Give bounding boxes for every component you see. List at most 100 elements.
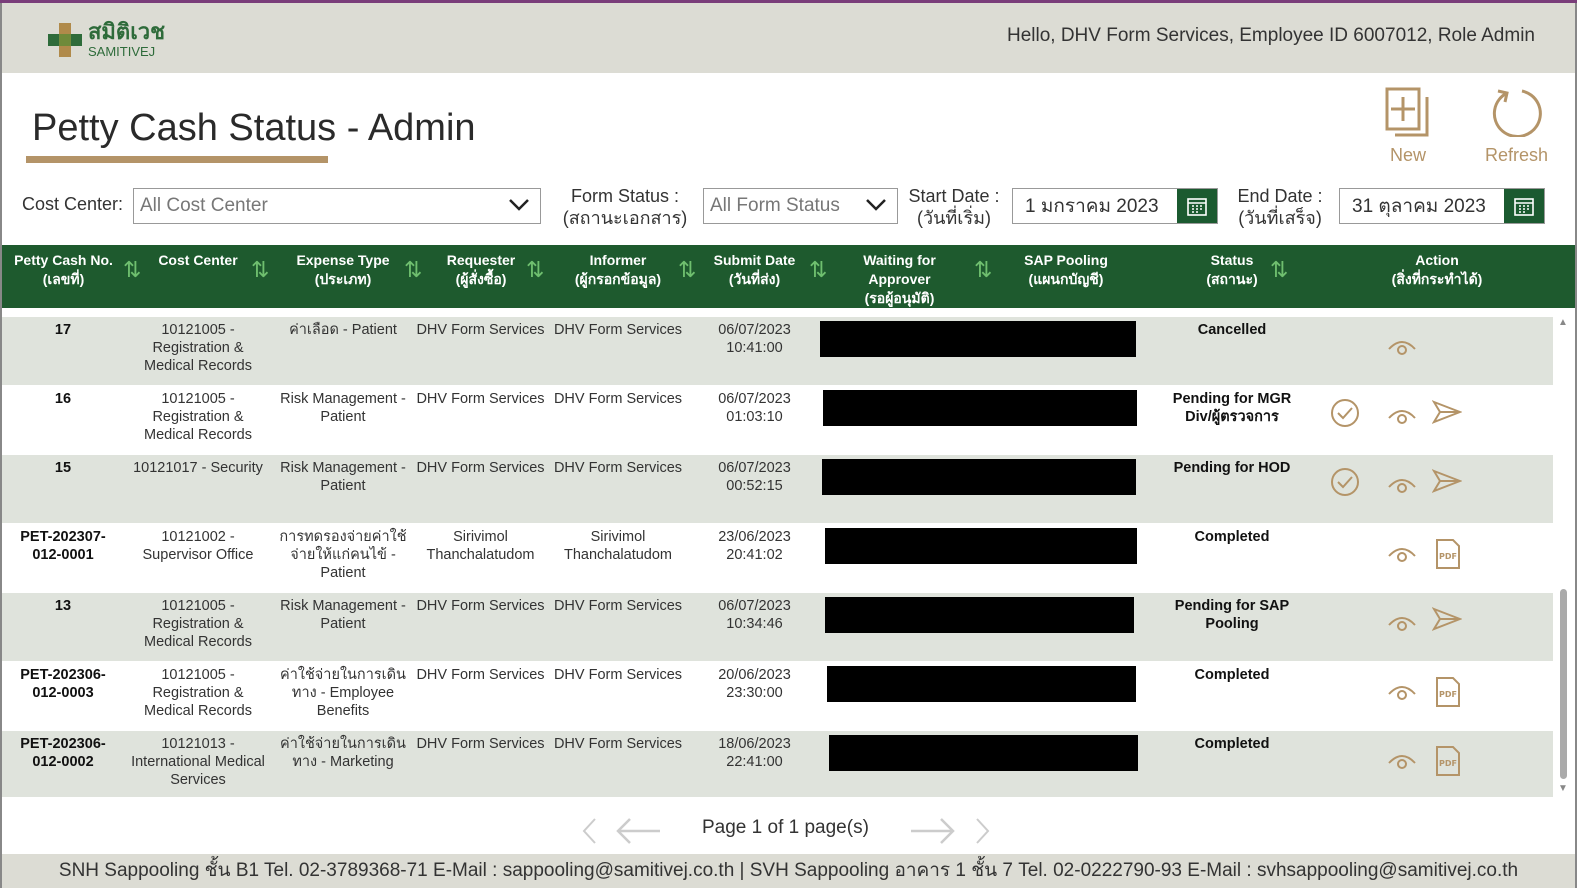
prev-page-icon[interactable] (614, 817, 662, 845)
chevron-down-icon (509, 199, 529, 211)
table-row[interactable]: 13 10121005 - Registration & Medical Record… (2, 593, 1553, 661)
cell-cost-center: 10121002 - Supervisor Office (142, 529, 254, 563)
cell-petty-cash-no: PET-202307- 012-0001 (20, 529, 106, 563)
sort-icon[interactable]: ⇅ (526, 257, 544, 283)
refresh-button[interactable]: Refresh (1485, 87, 1548, 166)
col-header-status[interactable]: Status (สถานะ) (1182, 251, 1282, 289)
col-header-informer[interactable]: Informer (ผู้กรอกข้อมูล) (550, 251, 686, 289)
logo-text-en: SAMITIVEJ (88, 44, 156, 59)
cell-requester: DHV Form Services (416, 667, 545, 683)
cell-status: Pending for HOD (1173, 460, 1291, 476)
cell-informer: DHV Form Services (553, 736, 683, 752)
page-indicator: Page 1 of 1 page(s) (702, 817, 869, 838)
cell-petty-cash-no: 16 (54, 391, 72, 407)
col-header-waiting-for-approver[interactable]: Waiting for Approver (รอผู้อนุมัติ) (842, 251, 957, 308)
table-row[interactable]: PET-202307- 012-0001 10121002 - Supervisor … (2, 524, 1553, 592)
cell-expense-type: Risk Management - Patient (280, 598, 406, 632)
cell-requester: DHV Form Services (416, 322, 545, 338)
sort-icon[interactable]: ⇅ (809, 257, 827, 283)
col-header-expense-type[interactable]: Expense Type (ประเภท) (278, 251, 408, 289)
col-header-cost-center[interactable]: Cost Center (138, 251, 258, 270)
refresh-label: Refresh (1485, 145, 1549, 165)
table-body: 17 10121005 - Registration & Medical Record… (2, 317, 1553, 797)
calendar-icon[interactable] (1177, 189, 1217, 223)
view-icon[interactable] (1387, 613, 1417, 637)
cost-center-select[interactable]: All Cost Center (133, 188, 541, 224)
cell-expense-type: Risk Management - Patient (280, 460, 406, 494)
form-status-label: Form Status : (สถานะเอกสาร) (560, 185, 690, 229)
cell-petty-cash-no: PET-202306- 012-0003 (20, 667, 106, 701)
view-icon[interactable] (1387, 544, 1417, 568)
pdf-icon[interactable]: PDF (1434, 538, 1462, 574)
cell-petty-cash-no: PET-202306- 012-0002 (20, 736, 106, 770)
form-status-label-th: (สถานะเอกสาร) (562, 208, 688, 228)
cell-petty-cash-no: 13 (54, 598, 72, 614)
send-icon[interactable] (1431, 607, 1463, 635)
calendar-icon[interactable] (1504, 189, 1544, 223)
cell-expense-type: ค่าเลือด - Patient (289, 322, 397, 338)
user-greeting: Hello, DHV Form Services, Employee ID 60… (1006, 25, 1535, 46)
scroll-down-icon[interactable]: ▼ (1558, 783, 1568, 794)
approve-icon[interactable] (1330, 398, 1360, 432)
send-icon[interactable] (1431, 469, 1463, 497)
table-row[interactable]: 17 10121005 - Registration & Medical Record… (2, 317, 1553, 385)
table-row[interactable]: 16 10121005 - Registration & Medical Record… (2, 386, 1553, 454)
scroll-thumb[interactable] (1560, 589, 1567, 779)
view-icon[interactable] (1387, 475, 1417, 499)
table-row[interactable]: 15 10121017 - Security Risk Management - Pa… (2, 455, 1553, 523)
col-header-requester[interactable]: Requester (ผู้สั่งซื้อ) (422, 251, 540, 289)
page-title: Petty Cash Status - Admin (32, 107, 476, 149)
view-icon[interactable] (1387, 751, 1417, 775)
sort-icon[interactable]: ⇅ (251, 257, 269, 283)
end-date-label: End Date : (วันที่เสร็จ) (1230, 185, 1330, 229)
logo-text-th: สมิติเวช (88, 19, 166, 44)
scroll-up-icon[interactable]: ▲ (1558, 317, 1568, 328)
main-content: Petty Cash Status - Admin New Refresh Co… (0, 73, 1577, 888)
cell-petty-cash-no: 17 (54, 322, 72, 338)
next-page-icon[interactable] (909, 817, 957, 845)
cell-status: Pending for SAP Pooling (1174, 598, 1290, 632)
pdf-icon[interactable]: PDF (1434, 745, 1462, 781)
sort-icon[interactable]: ⇅ (974, 257, 992, 283)
view-icon[interactable] (1387, 337, 1417, 361)
sort-icon[interactable]: ⇅ (678, 257, 696, 283)
redacted-approver-area (827, 666, 1136, 702)
cell-informer: DHV Form Services (553, 598, 683, 614)
new-label: New (1389, 145, 1426, 165)
redacted-approver-area (829, 735, 1138, 771)
form-status-label-en: Form Status : (570, 186, 680, 206)
table-row[interactable]: PET-202306- 012-0003 10121005 - Registratio… (2, 662, 1553, 730)
new-button[interactable]: New (1385, 87, 1431, 166)
first-page-icon[interactable] (580, 817, 598, 845)
cell-cost-center: 10121005 - Registration & Medical Records (144, 391, 252, 443)
vertical-scrollbar[interactable]: ▲ ▼ (1557, 317, 1571, 797)
refresh-icon (1492, 89, 1542, 137)
cell-submit-date: 06/07/2023 10:41:00 (718, 322, 791, 356)
cell-expense-type: การทดรองจ่ายค่าใช้ จ่ายให้แก่คนไข้ - Patie… (279, 529, 407, 581)
col-header-submit-date[interactable]: Submit Date (วันที่ส่ง) (702, 251, 807, 289)
samitivej-logo[interactable]: สมิติเวช SAMITIVEJ (48, 21, 165, 58)
cell-expense-type: Risk Management - Patient (280, 391, 406, 425)
start-date-input[interactable]: 1 มกราคม 2023 (1012, 188, 1218, 224)
svg-text:PDF: PDF (1439, 690, 1457, 699)
view-icon[interactable] (1387, 406, 1417, 430)
redacted-approver-area (820, 321, 1136, 357)
col-header-sap-pooling[interactable]: SAP Pooling (แผนกบัญชี) (1007, 251, 1125, 289)
form-status-select[interactable]: All Form Status (703, 188, 898, 224)
sort-icon[interactable]: ⇅ (1270, 257, 1288, 283)
pdf-icon[interactable]: PDF (1434, 676, 1462, 712)
col-header-petty-cash-no[interactable]: Petty Cash No. (เลขที่) (6, 251, 121, 289)
send-icon[interactable] (1431, 400, 1463, 428)
table-row[interactable]: PET-202306- 012-0002 10121013 - Internation… (2, 731, 1553, 797)
top-bar: สมิติเวช SAMITIVEJ Hello, DHV Form Servi… (0, 3, 1577, 73)
last-page-icon[interactable] (974, 817, 992, 845)
redacted-approver-area (825, 597, 1134, 633)
approve-icon[interactable] (1330, 467, 1360, 501)
sort-icon[interactable]: ⇅ (404, 257, 422, 283)
cell-requester: DHV Form Services (416, 598, 545, 614)
cost-center-value: All Cost Center (140, 195, 268, 216)
view-icon[interactable] (1387, 682, 1417, 706)
cost-center-label: Cost Center: (22, 194, 124, 214)
end-date-input[interactable]: 31 ตุลาคม 2023 (1339, 188, 1545, 224)
footer-contact: SNH Sappooling ชั้น B1 Tel. 02-3789368-7… (0, 854, 1577, 888)
